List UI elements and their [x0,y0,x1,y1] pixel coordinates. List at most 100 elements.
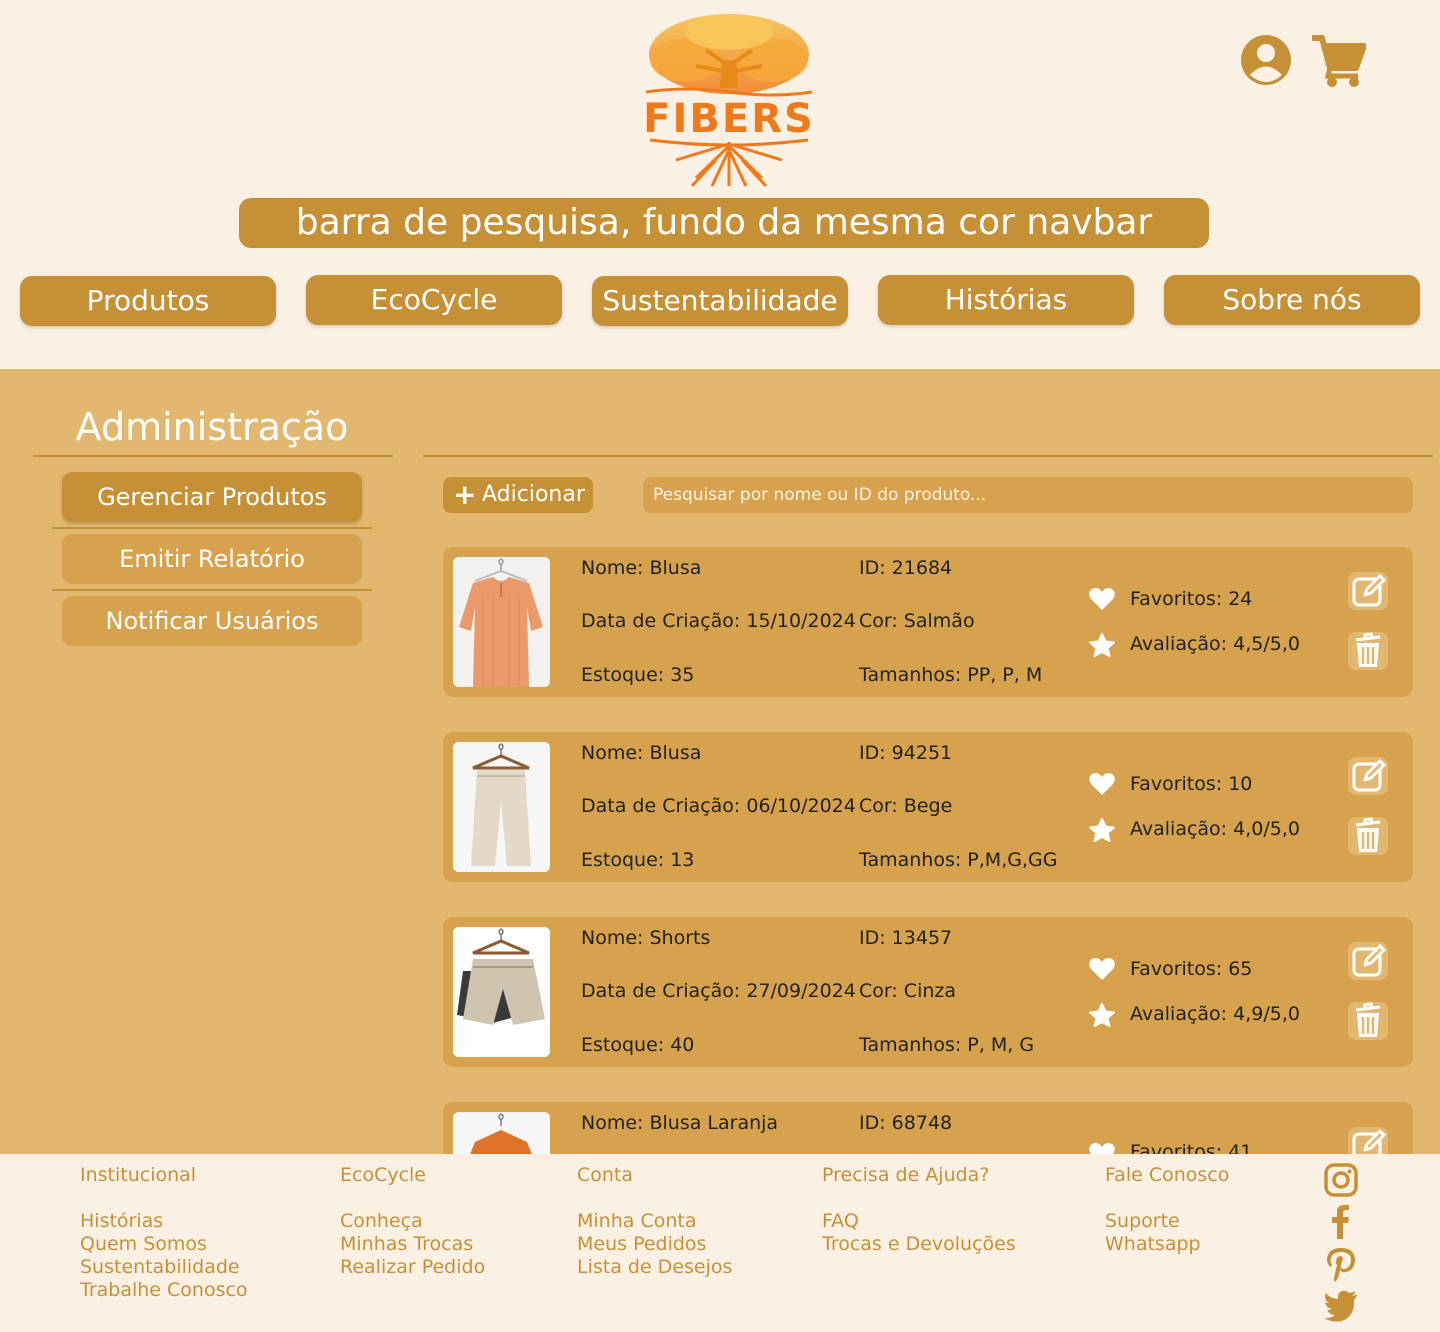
heart-icon [1089,588,1115,610]
footer-link[interactable]: Lista de Desejos [577,1256,732,1279]
search-bar[interactable]: barra de pesquisa, fundo da mesma cor na… [239,198,1209,248]
product-image [453,1112,550,1154]
footer-link[interactable]: Meus Pedidos [577,1233,732,1256]
product-sizes: Tamanhos: PP, P, M [859,664,1043,686]
footer-heading: Conta [577,1164,634,1186]
divider [52,527,372,529]
footer-link[interactable]: Minha Conta [577,1210,732,1233]
product-color: Cor: Salmão [859,610,975,632]
product-search-input[interactable] [643,477,1413,513]
heart-icon [1089,958,1115,980]
admin-main: Administração Gerenciar Produtos Emitir … [0,369,1440,1154]
product-created: Data de Criação: 06/10/2024 [581,795,856,817]
product-favorites: Favoritos: 65 [1130,958,1253,980]
twitter-icon[interactable] [1322,1288,1360,1324]
footer-col-conta: Conta Minha Conta Meus Pedidos Lista de … [577,1164,732,1279]
footer-link[interactable]: Minhas Trocas [340,1233,485,1256]
divider [52,589,372,591]
delete-icon[interactable] [1347,631,1389,671]
footer-link[interactable]: Conheça [340,1210,485,1233]
footer-link[interactable]: Suporte [1105,1210,1229,1233]
footer-heading: Fale Conosco [1105,1164,1230,1186]
delete-icon[interactable] [1347,1001,1389,1041]
pinterest-icon[interactable] [1322,1246,1360,1282]
logo-text: FIBERS [643,96,815,142]
footer-link[interactable]: Histórias [80,1210,248,1233]
product-rating: Avaliação: 4,9/5,0 [1130,1003,1300,1025]
footer-col-fale-conosco: Fale Conosco Suporte Whatsapp [1105,1164,1229,1256]
cart-icon[interactable] [1310,34,1366,88]
product-card: Nome: Blusa ID: 21684 Data de Criação: 1… [443,547,1413,697]
product-stock: Estoque: 40 [581,1034,695,1056]
product-stock: Estoque: 13 [581,849,695,871]
product-id: ID: 13457 [859,927,953,949]
product-color: Cor: Bege [859,795,953,817]
divider [33,455,393,457]
product-id: ID: 94251 [859,742,953,764]
product-created: Data de Criação: 15/10/2024 [581,610,856,632]
instagram-icon[interactable] [1322,1162,1360,1198]
product-name: Nome: Blusa [581,557,702,579]
delete-icon[interactable] [1347,816,1389,856]
nav-sobre-nos[interactable]: Sobre nós [1164,275,1420,325]
nav-sustentabilidade[interactable]: Sustentabilidade [592,276,848,326]
footer-link[interactable]: Trocas e Devoluções [822,1233,1016,1256]
product-sizes: Tamanhos: P,M,G,GG [859,849,1058,871]
product-created: Data de Criação: 27/09/2024 [581,980,856,1002]
product-name: Nome: Shorts [581,927,711,949]
product-image [453,927,550,1057]
nav-produtos[interactable]: Produtos [20,276,276,326]
footer-link[interactable]: Quem Somos [80,1233,248,1256]
plus-icon: + [453,478,477,511]
edit-icon[interactable] [1347,1126,1389,1154]
footer-link[interactable]: FAQ [822,1210,1016,1233]
star-icon [1089,633,1115,657]
facebook-icon[interactable] [1322,1204,1360,1240]
star-icon [1089,818,1115,842]
edit-icon[interactable] [1347,571,1389,611]
product-color: Cor: Cinza [859,980,957,1002]
footer-link[interactable]: Trabalhe Conosco [80,1279,248,1302]
product-name: Nome: Blusa Laranja [581,1112,779,1134]
footer-link[interactable]: Whatsapp [1105,1233,1229,1256]
product-image [453,742,550,872]
nav-ecocycle[interactable]: EcoCycle [306,275,562,325]
product-name: Nome: Blusa [581,742,702,764]
sidebar-item-notificar-usuarios[interactable]: Notificar Usuários [62,596,362,646]
product-sizes: Tamanhos: P, M, G [859,1034,1035,1056]
fibers-logo[interactable]: FIBERS [636,10,822,190]
product-card: Nome: Shorts ID: 13457 Data de Criação: … [443,917,1413,1067]
nav-historias[interactable]: Histórias [878,275,1134,325]
product-id: ID: 21684 [859,557,953,579]
footer-col-ecocycle: EcoCycle Conheça Minhas Trocas Realizar … [340,1164,485,1279]
footer-link[interactable]: Sustentabilidade [80,1256,248,1279]
footer-heading: Precisa de Ajuda? [822,1164,990,1186]
edit-icon[interactable] [1347,941,1389,981]
add-label: Adicionar [482,482,585,507]
product-card: Nome: Blusa ID: 94251 Data de Criação: 0… [443,732,1413,882]
divider [423,455,1433,457]
product-card: Nome: Blusa Laranja ID: 68748 Favoritos:… [443,1102,1413,1154]
admin-title: Administração [75,405,349,449]
add-product-button[interactable]: + Adicionar [443,477,593,513]
user-circle-icon[interactable] [1240,34,1292,86]
heart-icon [1089,1143,1115,1154]
star-icon [1089,1003,1115,1027]
product-favorites: Favoritos: 41 [1130,1141,1253,1154]
footer-col-ajuda: Precisa de Ajuda? FAQ Trocas e Devoluçõe… [822,1164,1016,1256]
edit-icon[interactable] [1347,756,1389,796]
sidebar-item-emitir-relatorio[interactable]: Emitir Relatório [62,534,362,584]
product-favorites: Favoritos: 10 [1130,773,1253,795]
product-image [453,557,550,687]
product-rating: Avaliação: 4,5/5,0 [1130,633,1300,655]
product-id: ID: 68748 [859,1112,953,1134]
footer-heading: Institucional [80,1164,197,1186]
site-header: FIBERS barra de pesquisa, fundo da mesma… [0,0,1440,369]
footer-link[interactable]: Realizar Pedido [340,1256,485,1279]
sidebar-item-gerenciar-produtos[interactable]: Gerenciar Produtos [62,472,362,522]
footer-col-institucional: Institucional Histórias Quem Somos Suste… [80,1164,248,1302]
product-rating: Avaliação: 4,0/5,0 [1130,818,1300,840]
site-footer: Institucional Histórias Quem Somos Suste… [0,1154,1440,1332]
product-stock: Estoque: 35 [581,664,695,686]
footer-heading: EcoCycle [340,1164,427,1186]
